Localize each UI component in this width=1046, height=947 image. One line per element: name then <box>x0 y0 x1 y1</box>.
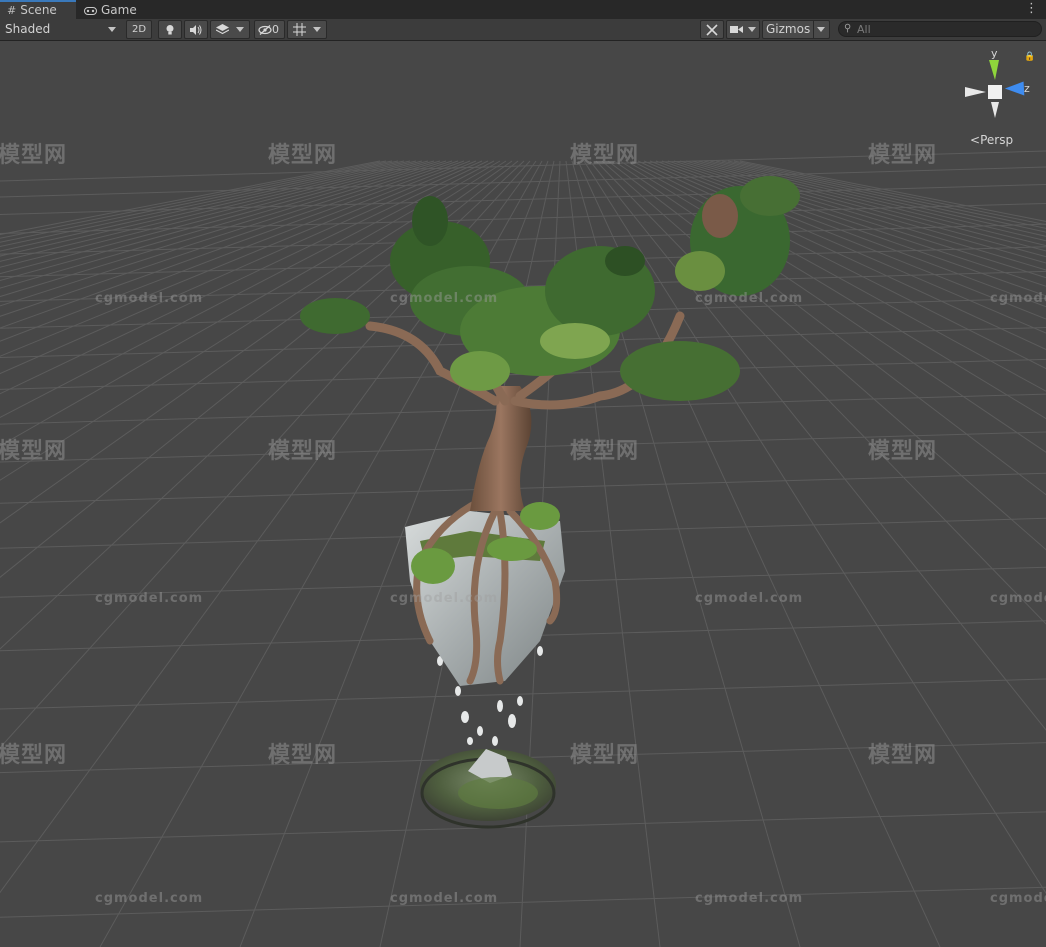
grid-line <box>0 160 435 282</box>
chevron-down-icon <box>313 27 322 32</box>
chevron-down-icon <box>748 27 757 32</box>
grid-line <box>0 246 1046 278</box>
lighting-toggle-button[interactable] <box>158 20 182 39</box>
2d-toggle-label: 2D <box>131 24 147 35</box>
search-input[interactable] <box>857 22 1027 36</box>
watermark-brand: 模型网 <box>0 143 68 168</box>
watermark-site: cgmodel.com <box>390 591 499 606</box>
tree-model <box>300 176 800 829</box>
camera-icon <box>729 26 743 33</box>
axis-y-label: y <box>991 48 998 60</box>
grid-line <box>595 160 1046 625</box>
speaker-icon <box>190 24 202 35</box>
grid-line <box>0 678 1046 710</box>
tree-foliage <box>300 176 800 401</box>
search-icon: ⚲ <box>844 23 852 34</box>
eye-slash-icon <box>258 24 272 35</box>
grid-line <box>0 160 423 268</box>
tab-scene-label: Scene <box>20 3 57 17</box>
chevron-left-icon: < <box>970 133 981 147</box>
watermark-site: cgmodel.com <box>95 891 204 906</box>
scene-canvas <box>0 150 1046 947</box>
watermark-brand: 模型网 <box>0 439 68 464</box>
projection-label: Persp <box>980 133 1014 147</box>
watermark-brand: 模型网 <box>868 439 938 464</box>
watermark-brand: 模型网 <box>268 439 338 464</box>
watermark-site: cgmodel.com <box>390 891 499 906</box>
grid-line <box>0 160 441 289</box>
hidden-objects-toggle[interactable]: 0 <box>254 20 285 39</box>
watermark-brand: 模型网 <box>570 439 640 464</box>
shading-mode-dropdown[interactable]: Shaded <box>0 20 121 39</box>
watermark-site: cgmodel.com <box>95 291 204 306</box>
axis-z-label: z <box>1024 82 1030 95</box>
tab-scene[interactable]: # Scene <box>0 0 76 19</box>
watermark-brand: 模型网 <box>868 143 938 168</box>
effects-dropdown[interactable] <box>210 20 250 39</box>
watermark-site: cgmodel.com <box>695 291 804 306</box>
grid-icon: # <box>7 4 17 17</box>
axis-y-cone[interactable] <box>989 60 999 80</box>
layers-icon <box>215 24 229 35</box>
grid-line <box>0 472 1046 504</box>
grid-line <box>0 160 459 317</box>
watermark-site: cgmodel.com <box>390 291 499 306</box>
watermark-brand: 模型网 <box>570 743 640 768</box>
watermark-brand: 模型网 <box>0 743 68 768</box>
unity-scene-window: # Scene Game ⋮ Shaded 2D 0 Gizmos ⚲ All … <box>0 0 1046 947</box>
axis-neg-y-cone[interactable] <box>991 102 999 118</box>
watermark-brand: 模型网 <box>868 743 938 768</box>
more-options-icon[interactable]: ⋮ <box>1025 1 1038 17</box>
projection-toggle[interactable]: <Persp <box>970 133 1013 147</box>
gamepad-icon <box>84 1 97 21</box>
tab-game[interactable]: Game <box>84 0 154 19</box>
gizmos-label: Gizmos <box>766 22 811 36</box>
gizmo-center-cube[interactable] <box>988 85 1002 99</box>
watermark-site: cgmodel.com <box>695 891 804 906</box>
watermark-site: cgmodel.com <box>990 291 1046 306</box>
watermark-site: cgmodel.com <box>95 591 204 606</box>
watermark-site: cgmodel.com <box>990 891 1046 906</box>
axis-z-cone[interactable] <box>1004 81 1025 96</box>
shading-mode-value: Shaded <box>5 22 51 36</box>
search-field[interactable]: ⚲ <box>838 21 1042 37</box>
lock-icon[interactable]: 🔒 <box>1024 52 1035 62</box>
axis-x-cone[interactable] <box>965 87 986 97</box>
watermark-site: cgmodel.com <box>990 591 1046 606</box>
hidden-count: 0 <box>272 23 279 36</box>
watermark-brand: 模型网 <box>268 743 338 768</box>
tools-button[interactable] <box>700 20 724 39</box>
audio-toggle-button[interactable] <box>184 20 208 39</box>
chevron-down-icon <box>817 27 825 32</box>
gizmos-dropdown[interactable]: Gizmos <box>762 20 830 39</box>
gizmos-divider <box>813 21 814 38</box>
tab-bar: # Scene Game ⋮ <box>0 0 1046 19</box>
camera-dropdown[interactable] <box>726 20 760 39</box>
grid-snap-dropdown[interactable] <box>287 20 327 39</box>
scene-toolbar: Shaded 2D 0 Gizmos ⚲ All <box>0 19 1046 41</box>
2d-toggle-button[interactable]: 2D <box>126 20 152 39</box>
grid-line <box>601 160 1046 551</box>
watermark-brand: 模型网 <box>268 143 338 168</box>
watermark-brand: 模型网 <box>570 143 640 168</box>
chevron-down-icon <box>236 27 245 32</box>
grid-line <box>0 160 417 262</box>
scene-viewport[interactable]: cgmodel.com cgmodel.com cgmodel.com cgmo… <box>0 41 1046 947</box>
chevron-down-icon <box>108 27 116 32</box>
grid-line <box>0 160 411 257</box>
grid-line <box>607 160 1046 496</box>
lightbulb-icon <box>166 24 174 34</box>
tab-game-label: Game <box>101 3 137 17</box>
grid-line <box>0 160 447 298</box>
grid-line <box>0 160 405 252</box>
grid-line <box>0 160 453 307</box>
watermark-site: cgmodel.com <box>695 591 804 606</box>
tools-icon <box>706 23 718 36</box>
grid-snap-icon <box>292 23 306 36</box>
